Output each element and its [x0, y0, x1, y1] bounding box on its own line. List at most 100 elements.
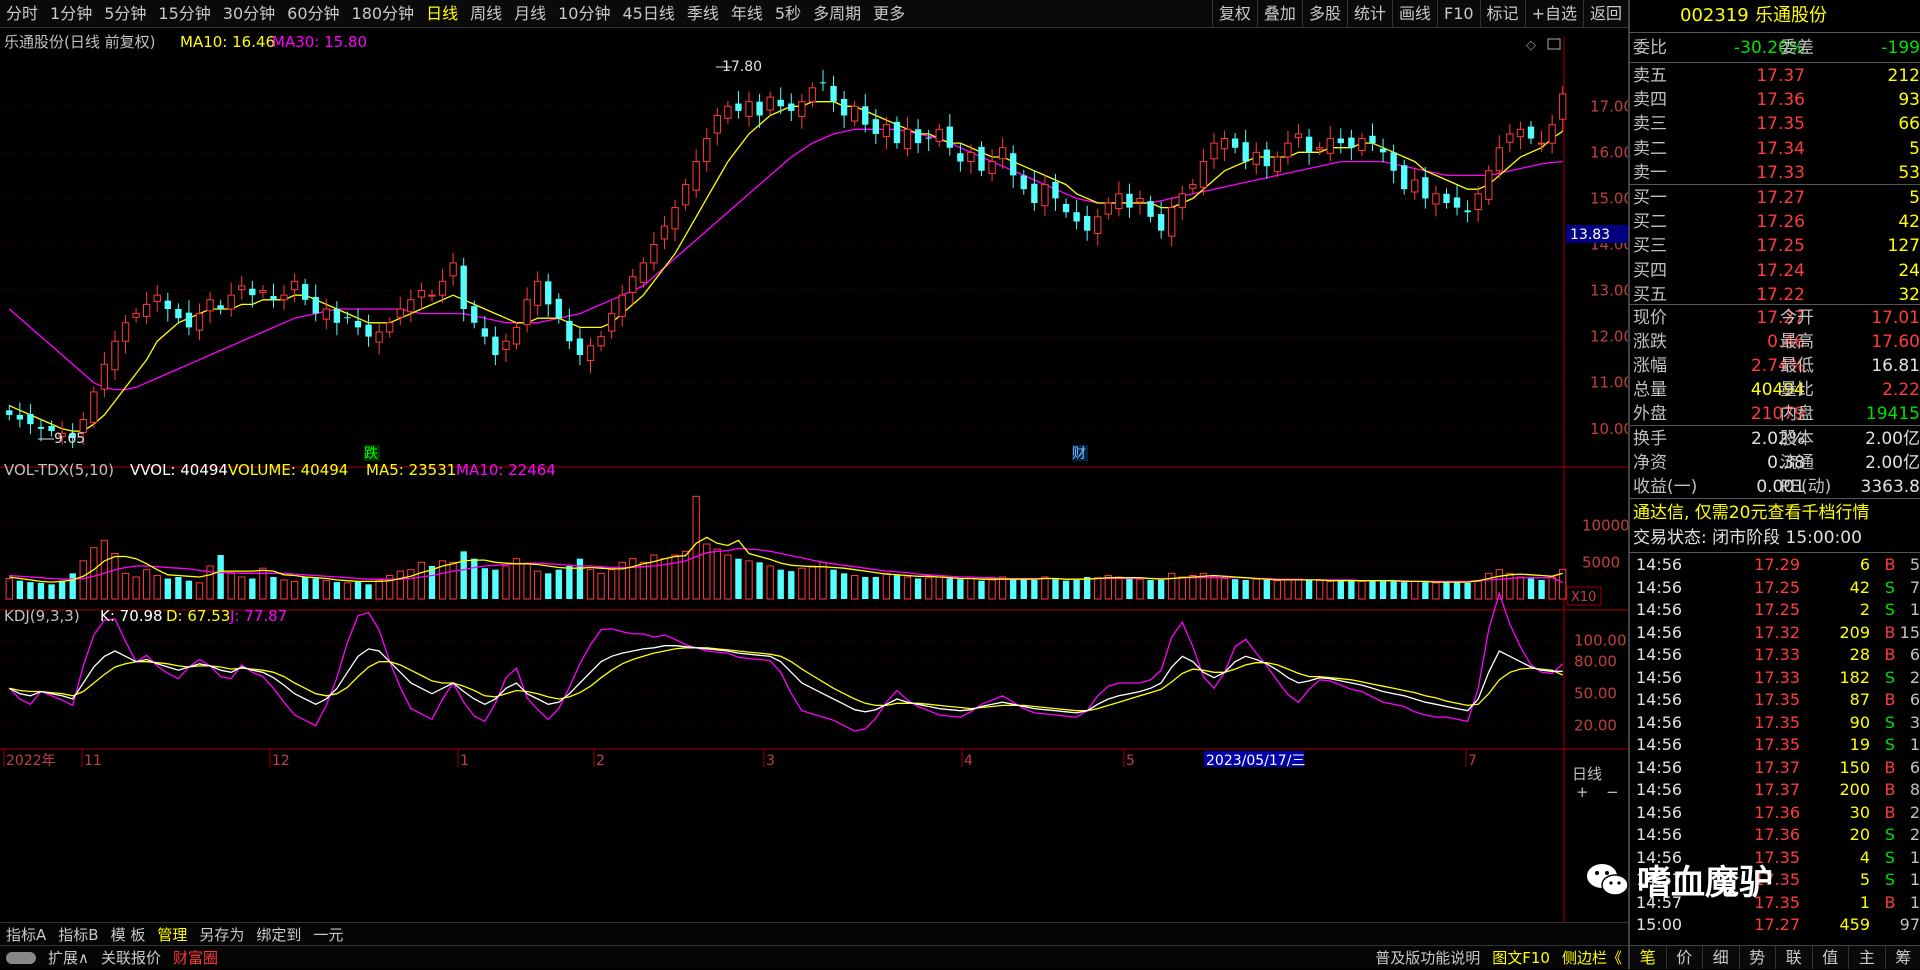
trade-side: S — [1880, 847, 1900, 869]
bottom-link-0[interactable]: 普及版功能说明 — [1369, 947, 1486, 968]
trade-row[interactable]: 15:0017.2745997 — [1630, 914, 1920, 937]
candle-body — [1464, 210, 1470, 212]
candle-body — [1274, 157, 1280, 172]
period-7[interactable]: 日线 — [420, 0, 464, 28]
indicator-btn-2[interactable]: 模 板 — [105, 924, 152, 945]
period-10[interactable]: 10分钟 — [552, 0, 616, 28]
period-1[interactable]: 1分钟 — [44, 0, 98, 28]
toolbar-btn-6[interactable]: 标记 — [1480, 0, 1525, 28]
toolbar-btn-5[interactable]: F10 — [1437, 0, 1480, 28]
period-2[interactable]: 5分钟 — [98, 0, 152, 28]
volume-bar — [556, 570, 562, 599]
period-13[interactable]: 年线 — [725, 0, 769, 28]
ad-text[interactable]: 通达信, 仅需20元查看千档行情 — [1633, 501, 1869, 525]
candle-body — [957, 153, 963, 161]
trade-row[interactable]: 14:5617.37150B6 — [1630, 757, 1920, 780]
candle-body — [1052, 182, 1058, 199]
toolbar-btn-4[interactable]: 画线 — [1392, 0, 1437, 28]
volume-bar — [1475, 581, 1481, 599]
toolbar-btn-3[interactable]: 统计 — [1347, 0, 1392, 28]
volume-bar — [17, 581, 23, 599]
trade-row[interactable]: 14:5617.37200B8 — [1630, 779, 1920, 802]
indicator-btn-5[interactable]: 绑定到 — [250, 924, 307, 945]
ext-btn-1[interactable]: 关联报价 — [95, 947, 167, 968]
candle-body — [1285, 143, 1291, 157]
panel-tab-4[interactable]: 联 — [1776, 946, 1813, 969]
indicator-btn-6[interactable]: 一元 — [307, 924, 349, 945]
candle-body — [249, 289, 255, 295]
toolbar-btn-2[interactable]: 多股 — [1302, 0, 1347, 28]
trade-row[interactable]: 14:5617.252S1 — [1630, 599, 1920, 622]
period-6[interactable]: 180分钟 — [346, 0, 421, 28]
period-16[interactable]: 更多 — [867, 0, 911, 28]
trade-time: 14:56 — [1636, 622, 1682, 644]
trade-row[interactable]: 14:5617.3620S2 — [1630, 824, 1920, 847]
volume-bar — [936, 577, 942, 599]
panel-tab-7[interactable]: 筹 — [1886, 946, 1920, 969]
trade-row[interactable]: 14:5617.3328B6 — [1630, 644, 1920, 667]
ext-btn-2[interactable]: 财富圈 — [167, 947, 224, 968]
candle-body — [1021, 175, 1027, 189]
panel-tab-0[interactable]: 笔 — [1630, 946, 1667, 969]
volume-legend: VOLUME: 40494 — [228, 461, 348, 479]
candle-body — [154, 295, 160, 301]
toolbar-btn-0[interactable]: 复权 — [1212, 0, 1257, 28]
panel-tab-6[interactable]: 主 — [1849, 946, 1886, 969]
period-4[interactable]: 30分钟 — [217, 0, 281, 28]
trade-row[interactable]: 14:5617.3630B2 — [1630, 802, 1920, 825]
toolbar-btn-1[interactable]: 叠加 — [1257, 0, 1302, 28]
volume-bar — [1031, 580, 1037, 599]
trade-row[interactable]: 14:5617.33182S2 — [1630, 667, 1920, 690]
indicator-btn-4[interactable]: 另存为 — [193, 924, 250, 945]
bottom-link-2[interactable]: 侧边栏《 — [1556, 947, 1628, 968]
toggle-icon[interactable] — [0, 949, 42, 967]
indicator-btn-3[interactable]: 管理 — [151, 924, 193, 945]
period-11[interactable]: 45日线 — [616, 0, 680, 28]
trade-row[interactable]: 14:5617.296B5 — [1630, 554, 1920, 577]
trade-side: S — [1880, 869, 1900, 891]
trade-row[interactable]: 14:5617.3590S3 — [1630, 712, 1920, 735]
indicator-btn-0[interactable]: 指标A — [0, 924, 52, 945]
candle-body — [1538, 143, 1544, 144]
kdj-indicator-name: KDJ(9,3,3) — [4, 607, 80, 625]
period-0[interactable]: 分时 — [0, 0, 44, 28]
period-5[interactable]: 60分钟 — [281, 0, 345, 28]
trade-row[interactable]: 14:5617.32209B15 — [1630, 622, 1920, 645]
panel-tab-5[interactable]: 值 — [1813, 946, 1850, 969]
candle-body — [693, 162, 699, 191]
panel-tab-3[interactable]: 势 — [1740, 946, 1777, 969]
volume-bar — [1073, 580, 1079, 599]
toolbar-btn-7[interactable]: +自选 — [1525, 0, 1583, 28]
trade-row[interactable]: 14:5617.3587B6 — [1630, 689, 1920, 712]
volume-bar — [640, 562, 646, 599]
ad-row[interactable]: 通达信, 仅需20元查看千档行情 — [1630, 501, 1920, 525]
asks-vol: 66 — [1898, 112, 1920, 136]
candle-body — [112, 341, 118, 370]
toolbar-btn-8[interactable]: 返回 — [1583, 0, 1628, 28]
volume-bar — [6, 578, 12, 599]
kline-chart[interactable]: 17.0016.0015.0014.0013.0012.0011.0010.00… — [0, 28, 1628, 940]
trade-row[interactable]: 14:5617.3519S1 — [1630, 734, 1920, 757]
panel-tab-1[interactable]: 价 — [1667, 946, 1704, 969]
bottom-link-1[interactable]: 图文F10 — [1486, 947, 1556, 968]
asks-label: 卖一 — [1633, 161, 1667, 185]
period-12[interactable]: 季线 — [681, 0, 725, 28]
volume-bar — [524, 564, 530, 599]
period-15[interactable]: 多周期 — [807, 0, 867, 28]
period-8[interactable]: 周线 — [464, 0, 508, 28]
panel-tab-2[interactable]: 细 — [1703, 946, 1740, 969]
period-9[interactable]: 月线 — [508, 0, 552, 28]
volume-bar — [80, 561, 86, 599]
period-3[interactable]: 15分钟 — [152, 0, 216, 28]
indicator-btn-1[interactable]: 指标B — [52, 924, 104, 945]
quote-label: 总量 — [1633, 378, 1667, 402]
ext-btn-0[interactable]: 扩展∧ — [42, 947, 95, 968]
volume-bar — [1095, 578, 1101, 599]
quote-value2: 16.81 — [1871, 354, 1920, 378]
volume-bar — [313, 578, 319, 599]
period-14[interactable]: 5秒 — [769, 0, 807, 28]
candle-body — [936, 129, 942, 141]
trade-row[interactable]: 14:5617.2542S7 — [1630, 577, 1920, 600]
volume-bar — [1137, 579, 1143, 599]
fund-label2: PE(动) — [1780, 475, 1831, 499]
